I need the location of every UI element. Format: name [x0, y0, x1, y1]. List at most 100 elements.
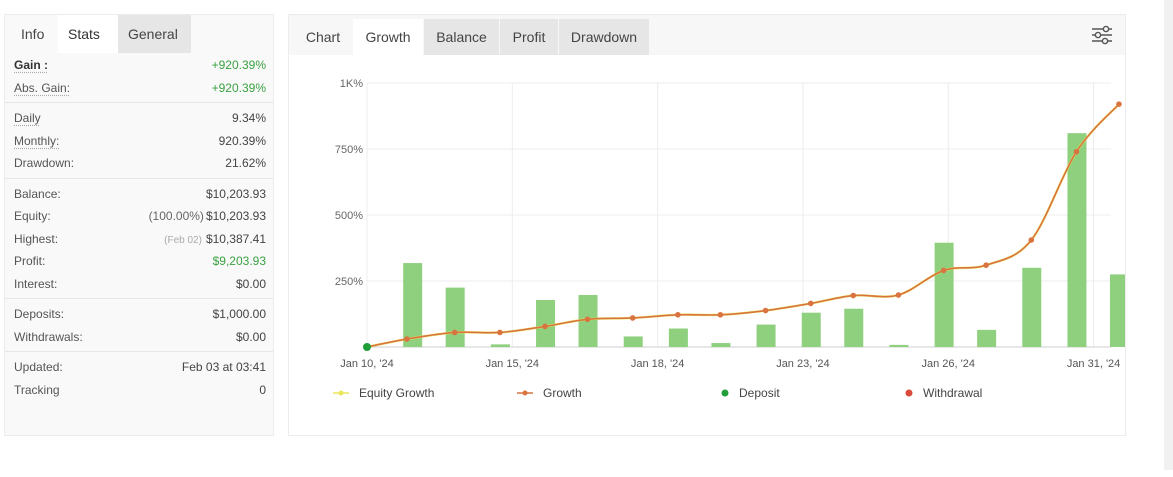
stat-updated-label: Updated: [14, 360, 63, 374]
growth-point [1073, 148, 1080, 155]
divider [5, 102, 273, 103]
x-tick-label: Jan 23, '24 [776, 358, 829, 370]
y-tick-label: 500% [335, 210, 363, 222]
stat-monthly-label[interactable]: Monthly: [14, 134, 59, 148]
stat-highest-date: (Feb 02) [164, 234, 202, 246]
sliders-icon[interactable] [1091, 25, 1113, 45]
daily-bar [1022, 267, 1042, 347]
stat-equity-label: Equity: [14, 209, 51, 223]
y-tick-label: 1K% [340, 78, 363, 90]
y-tick-label: 250% [335, 276, 363, 288]
stat-highest-amount: $10,387.41 [205, 231, 266, 246]
daily-bar [711, 343, 731, 347]
x-tick-label: Jan 31, '24 [1067, 358, 1120, 370]
stat-highest-label: Highest: [14, 231, 59, 246]
tab-growth[interactable]: Growth [353, 19, 423, 55]
stat-gain-label[interactable]: Gain : [14, 58, 48, 72]
legend-label: Deposit [739, 386, 780, 400]
growth-point [451, 329, 458, 336]
daily-bar [445, 287, 465, 347]
stats-panel: Info Stats General Gain : +920.39% Abs. … [4, 14, 274, 436]
stat-highest: Highest: (Feb 02) $10,387.41 [5, 227, 273, 250]
stats-list: Gain : +920.39% Abs. Gain: +920.39% Dail… [5, 53, 273, 400]
stat-balance-label: Balance: [14, 186, 61, 201]
daily-bar [801, 312, 821, 347]
stat-balance-value: $10,203.93 [205, 186, 266, 201]
x-tick-label: Jan 26, '24 [922, 358, 975, 370]
stat-withdrawals-label: Withdrawals: [14, 329, 83, 344]
x-tick-label: Jan 10, '24 [340, 358, 393, 370]
growth-point [717, 311, 724, 318]
stat-highest-value: (Feb 02) $10,387.41 [164, 232, 266, 246]
growth-point [497, 329, 503, 336]
stat-daily: Daily 9.34% [5, 106, 273, 129]
daily-bar [668, 328, 688, 347]
stat-gain: Gain : +920.39% [5, 53, 273, 76]
legend-label: Equity Growth [359, 386, 434, 400]
growth-point [542, 323, 548, 330]
daily-bar [934, 242, 954, 347]
stat-tracking-value: 0 [259, 382, 266, 397]
daily-bar [1109, 274, 1125, 347]
growth-point [675, 311, 681, 318]
growth-chart: 1K% 750% 500% 250% Jan 10, '24 Jan 15, '24 Jan… [333, 78, 1125, 400]
growth-point [940, 267, 947, 274]
growth-point [807, 300, 814, 307]
deposit-point [363, 343, 371, 351]
tab-general[interactable]: General [118, 15, 191, 53]
growth-point [404, 336, 410, 342]
daily-bar [977, 329, 997, 347]
legend-line-dot [522, 390, 528, 396]
growth-point [1028, 237, 1035, 243]
stat-updated-value: Feb 03 at 03:41 [181, 360, 266, 374]
divider [5, 298, 273, 299]
stat-deposits-label: Deposits: [14, 307, 65, 321]
stat-deposits: Deposits: $1,000.00 [5, 302, 273, 325]
stat-interest-label: Interest: [14, 276, 58, 291]
growth-point [762, 307, 769, 314]
stat-drawdown: Drawdown: 21.62% [5, 151, 273, 174]
daily-bar [490, 344, 510, 347]
x-tick-label: Jan 15, '24 [486, 358, 539, 370]
daily-bar [623, 336, 643, 347]
stat-gain-value: +920.39% [211, 58, 266, 72]
stat-daily-label[interactable]: Daily [14, 111, 41, 125]
stat-daily-value: 9.34% [231, 111, 266, 125]
stat-abs-gain-value: +920.39% [211, 80, 266, 95]
growth-point [1116, 101, 1122, 107]
legend-dot-marker [721, 389, 729, 397]
stat-deposits-value: $1,000.00 [212, 307, 266, 321]
legend-line-dot [338, 390, 344, 396]
stats-tabs: Info Stats General [5, 15, 273, 53]
y-tick-label: 750% [335, 144, 363, 156]
stat-withdrawals-value: $0.00 [235, 329, 266, 344]
stat-equity-percent: (100.00%) [148, 209, 204, 223]
tab-drawdown[interactable]: Drawdown [559, 19, 649, 55]
tab-balance[interactable]: Balance [424, 19, 499, 55]
stat-equity: Equity: (100.00%) $10,203.93 [5, 204, 273, 227]
chart-tabs: Chart Growth Balance Profit Drawdown [289, 15, 1125, 55]
x-tick-label: Jan 18, '24 [631, 358, 684, 370]
page-scrollbar[interactable] [1164, 0, 1173, 470]
stat-profit: Profit: $9,203.93 [5, 249, 273, 272]
stat-monthly: Monthly: 920.39% [5, 129, 273, 152]
stat-tracking: Tracking 0 [5, 378, 273, 401]
stat-equity-amount: $10,203.93 [205, 209, 266, 223]
growth-point [983, 262, 989, 268]
chart-panel: Chart Growth Balance Profit Drawdown 1K%… [288, 14, 1126, 436]
tab-profit[interactable]: Profit [500, 19, 558, 55]
stat-abs-gain-label[interactable]: Abs. Gain: [14, 81, 70, 95]
daily-bar [403, 263, 423, 347]
daily-bar [536, 300, 556, 347]
stat-updated: Updated: Feb 03 at 03:41 [5, 355, 273, 378]
tab-chart[interactable]: Chart [293, 19, 353, 55]
stat-interest: Interest: $0.00 [5, 272, 273, 295]
daily-bar [889, 344, 909, 347]
stat-abs-gain: Abs. Gain: +920.39% [5, 76, 273, 99]
stat-profit-label: Profit: [14, 254, 46, 268]
stat-profit-value: $9,203.93 [212, 254, 266, 268]
stat-equity-value: (100.00%) $10,203.93 [149, 209, 266, 223]
tab-stats[interactable]: Stats [58, 15, 118, 53]
legend-dot-marker [905, 389, 913, 397]
tab-info[interactable]: Info [5, 15, 58, 53]
